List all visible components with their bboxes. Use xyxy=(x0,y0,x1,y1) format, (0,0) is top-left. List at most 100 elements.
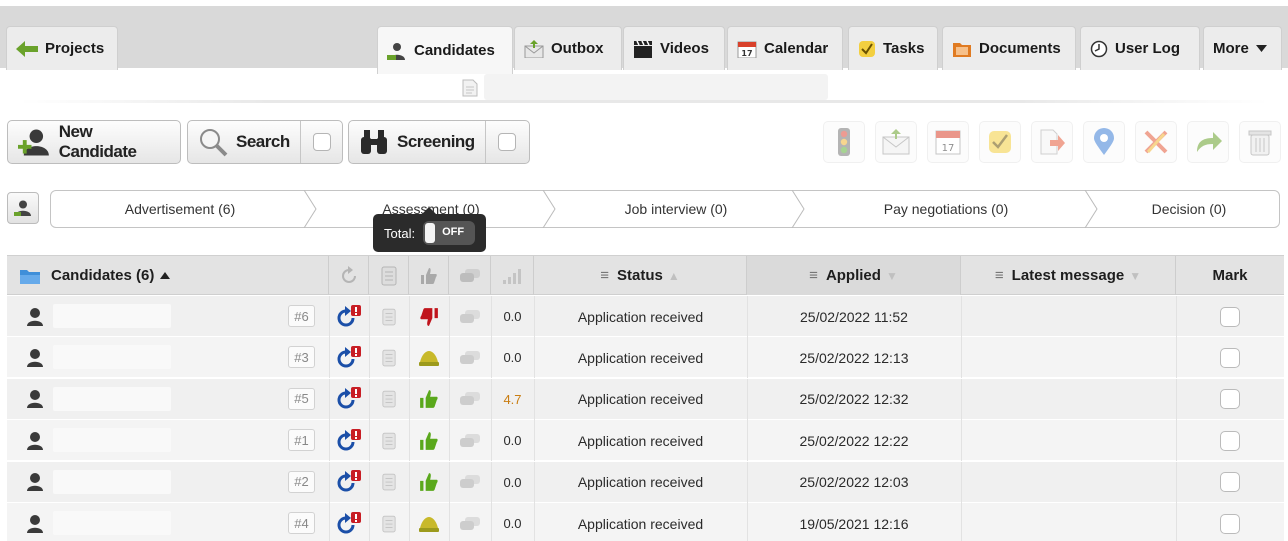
tab-candidates[interactable]: Candidates xyxy=(377,26,513,74)
stage-advertisement[interactable]: Advertisement (6) xyxy=(51,191,309,227)
sync-cell[interactable] xyxy=(329,379,369,420)
notes-cell[interactable] xyxy=(369,420,409,461)
location-button[interactable] xyxy=(1083,121,1125,163)
table-row[interactable]: #2 0.0 Application received 25/02/2022 12:0… xyxy=(7,461,1284,503)
rating-cell[interactable] xyxy=(409,337,449,378)
chat-icon xyxy=(460,350,480,364)
candidate-name[interactable] xyxy=(53,511,171,535)
rating-cell[interactable] xyxy=(409,420,449,461)
stage-decision[interactable]: Decision (0) xyxy=(1099,191,1279,227)
tab-projects[interactable]: Projects xyxy=(6,26,118,70)
comments-cell[interactable] xyxy=(449,379,491,420)
rating-column-header[interactable] xyxy=(409,256,449,295)
mark-checkbox[interactable] xyxy=(1220,430,1240,451)
notes-column-header[interactable] xyxy=(369,256,409,295)
mark-column-header[interactable]: Mark xyxy=(1176,256,1284,295)
sync-column-header[interactable] xyxy=(329,256,369,295)
forward-button[interactable] xyxy=(1187,121,1229,163)
mark-checkbox[interactable] xyxy=(1220,472,1240,493)
candidate-number: #2 xyxy=(288,470,315,493)
rating-cell[interactable] xyxy=(409,379,449,420)
tab-user-log[interactable]: User Log xyxy=(1080,26,1200,70)
mark-checkbox[interactable] xyxy=(1220,347,1240,368)
table-row[interactable]: #5 4.7 Application received 25/02/2022 12:3… xyxy=(7,378,1284,420)
traffic-light-icon xyxy=(838,128,850,156)
comments-column-header[interactable] xyxy=(449,256,491,295)
screening-button[interactable]: Screening xyxy=(348,120,530,164)
chat-icon xyxy=(460,392,480,406)
person-icon-cell xyxy=(25,420,49,461)
comments-cell[interactable] xyxy=(449,420,491,461)
stage-pay-negotiations[interactable]: Pay negotiations (0) xyxy=(805,191,1087,227)
stage-job-interview[interactable]: Job interview (0) xyxy=(556,191,796,227)
candidate-name[interactable] xyxy=(53,345,171,370)
schedule-button[interactable]: 17 xyxy=(927,121,969,163)
total-toggle[interactable]: OFF xyxy=(423,221,476,245)
candidate-name[interactable] xyxy=(53,386,171,411)
new-candidate-button[interactable]: New Candidate xyxy=(7,120,181,164)
toggle-knob[interactable] xyxy=(425,223,436,243)
calendar-icon: 17 xyxy=(935,130,961,155)
tab-calendar[interactable]: 17 Calendar xyxy=(727,26,843,70)
mark-cell xyxy=(1176,420,1284,461)
sync-cell[interactable] xyxy=(329,337,369,378)
candidate-name[interactable] xyxy=(53,304,171,328)
person-icon-cell xyxy=(25,379,49,420)
comments-cell[interactable] xyxy=(449,462,491,503)
table-row[interactable]: #1 0.0 Application received 25/02/2022 12:2… xyxy=(7,420,1284,462)
chat-icon xyxy=(460,309,480,323)
calendar-icon: 17 xyxy=(737,41,757,58)
send-email-button[interactable] xyxy=(875,121,917,163)
search-checkbox[interactable] xyxy=(312,133,331,151)
table-row[interactable]: #4 0.0 Application received 19/05/2021 12:1… xyxy=(7,503,1284,541)
sync-cell[interactable] xyxy=(329,503,369,541)
reject-button[interactable] xyxy=(1135,121,1177,163)
mark-checkbox[interactable] xyxy=(1220,306,1240,327)
tab-outbox[interactable]: Outbox xyxy=(514,26,622,70)
search-button[interactable]: Search xyxy=(187,120,343,164)
notes-cell[interactable] xyxy=(369,462,409,503)
table-row[interactable]: #6 0.0 Application received 25/02/2022 11:5… xyxy=(7,296,1284,337)
candidate-number: #5 xyxy=(288,387,315,410)
sync-cell[interactable] xyxy=(329,296,369,337)
applied-column-header[interactable]: ≡ Applied ▼ xyxy=(747,256,961,295)
mark-checkbox[interactable] xyxy=(1220,389,1240,410)
candidate-name[interactable] xyxy=(53,428,171,453)
outbox-icon xyxy=(524,39,544,58)
notes-icon xyxy=(382,308,396,325)
comments-cell[interactable] xyxy=(449,296,491,337)
sync-cell[interactable] xyxy=(329,462,369,503)
project-title-field[interactable] xyxy=(484,74,828,100)
delete-button[interactable] xyxy=(1239,121,1281,163)
dropdown-arrow-icon xyxy=(1255,44,1267,52)
comments-cell[interactable] xyxy=(449,503,491,541)
traffic-light-button[interactable] xyxy=(823,121,865,163)
notes-icon xyxy=(382,515,396,532)
sync-cell[interactable] xyxy=(329,420,369,461)
notes-cell[interactable] xyxy=(369,296,409,337)
person-icon xyxy=(27,348,43,367)
rating-cell[interactable] xyxy=(409,503,449,541)
notes-cell[interactable] xyxy=(369,503,409,541)
rating-cell[interactable] xyxy=(409,296,449,337)
pipeline-candidate-button[interactable] xyxy=(7,192,39,224)
comments-cell[interactable] xyxy=(449,337,491,378)
status-column-header[interactable]: ≡ Status ▲ xyxy=(534,256,747,295)
latest-message-column-header[interactable]: ≡ Latest message ▼ xyxy=(961,256,1176,295)
candidate-number: #6 xyxy=(288,305,315,327)
rating-cell[interactable] xyxy=(409,462,449,503)
tab-more[interactable]: More xyxy=(1203,26,1282,70)
add-task-button[interactable] xyxy=(979,121,1021,163)
notes-cell[interactable] xyxy=(369,379,409,420)
tab-documents[interactable]: Documents xyxy=(942,26,1076,70)
screening-checkbox[interactable] xyxy=(497,133,516,151)
candidate-name[interactable] xyxy=(53,469,171,494)
tab-tasks[interactable]: Tasks xyxy=(848,26,938,70)
mark-checkbox[interactable] xyxy=(1220,513,1240,534)
notes-cell[interactable] xyxy=(369,337,409,378)
move-button[interactable] xyxy=(1031,121,1073,163)
candidates-column-header[interactable]: Candidates (6) xyxy=(7,256,329,295)
table-row[interactable]: #3 0.0 Application received 25/02/2022 12:1… xyxy=(7,337,1284,379)
tab-videos[interactable]: Videos xyxy=(623,26,725,70)
score-column-header[interactable] xyxy=(491,256,534,295)
